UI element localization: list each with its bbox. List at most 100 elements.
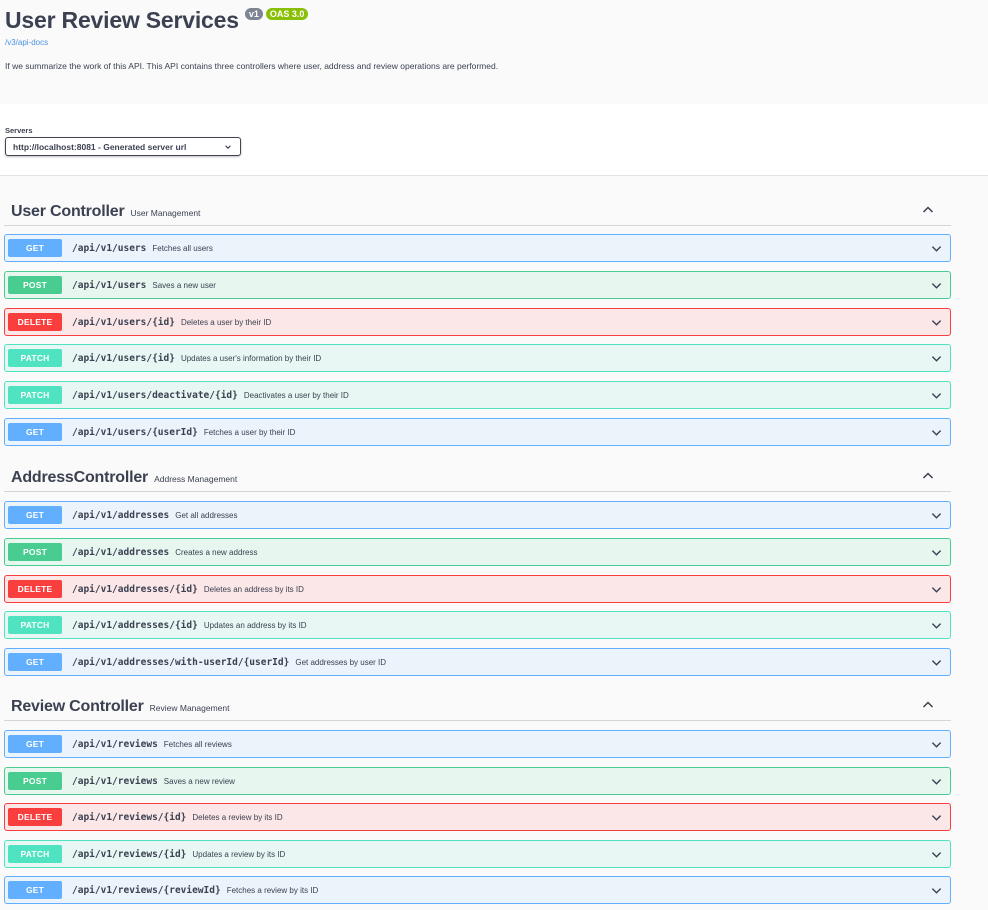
tag-title: AddressController Address Management: [11, 469, 237, 487]
chevron-down-icon[interactable]: [931, 510, 942, 521]
operation-summary: Updates an address by its ID: [203, 620, 307, 630]
operation-path: /api/v1/reviews/{id}: [72, 811, 187, 823]
chevron-down-icon[interactable]: [931, 317, 942, 328]
chevron-down-icon[interactable]: [931, 849, 942, 860]
tag-description: Review Management: [149, 703, 230, 713]
chevron-down-icon: [225, 144, 231, 149]
operation-post[interactable]: POST/api/v1/addresses Creates a new addre…: [4, 538, 951, 566]
chevron-down-icon[interactable]: [931, 584, 942, 595]
operation-path: /api/v1/reviews/{reviewId}: [72, 884, 221, 896]
tag-name: User Controller: [11, 203, 125, 220]
api-info: User Review Services v1 OAS 3.0 /v3/api-…: [0, 0, 988, 104]
operation-path: /api/v1/users/deactivate/{id}: [72, 389, 238, 401]
operation-summary: Creates a new address: [175, 547, 258, 557]
operation-summary: Updates a user's information by their ID: [180, 353, 322, 363]
operation-summary: Get addresses by user ID: [295, 657, 387, 667]
tag-name: AddressController: [11, 469, 149, 486]
api-description: If we summarize the work of this API. Th…: [5, 61, 499, 71]
operation-patch[interactable]: PATCH/api/v1/addresses/{id} Updates an ad…: [4, 611, 951, 639]
chevron-down-icon[interactable]: [931, 657, 942, 668]
chevron-down-icon[interactable]: [931, 547, 942, 558]
operation-path: /api/v1/users: [72, 279, 147, 291]
tag-description: Address Management: [154, 474, 238, 484]
title-row: User Review Services v1 OAS 3.0: [5, 6, 309, 34]
operation-post[interactable]: POST/api/v1/users Saves a new user: [4, 271, 951, 299]
method-badge: PATCH: [8, 616, 62, 634]
operation-summary: Updates a review by its ID: [192, 849, 286, 859]
version-badge: v1: [244, 8, 263, 20]
method-badge: GET: [8, 423, 62, 441]
tag-section-header[interactable]: User Controller User Management: [4, 194, 951, 226]
operation-path: /api/v1/reviews: [72, 738, 158, 750]
chevron-down-icon[interactable]: [931, 620, 942, 631]
servers-selected-value: http://localhost:8081 - Generated server…: [13, 141, 187, 152]
method-badge: POST: [8, 276, 62, 294]
operation-get[interactable]: GET/api/v1/users/{userId} Fetches a user …: [4, 418, 951, 446]
tag-name: Review Controller: [11, 698, 144, 715]
operation-post[interactable]: POST/api/v1/reviews Saves a new review: [4, 767, 951, 795]
operation-summary: Deactivates a user by their ID: [243, 390, 349, 400]
page-title: User Review Services: [5, 7, 239, 33]
method-badge: GET: [8, 653, 62, 671]
operation-get[interactable]: GET/api/v1/addresses/with-userId/{userId…: [4, 648, 951, 676]
operation-patch[interactable]: PATCH/api/v1/users/{id} Updates a user's …: [4, 344, 951, 372]
method-badge: GET: [8, 735, 62, 753]
method-badge: DELETE: [8, 808, 62, 826]
chevron-down-icon[interactable]: [931, 243, 942, 254]
operation-delete[interactable]: DELETE/api/v1/users/{id} Deletes a user b…: [4, 308, 951, 336]
operation-patch[interactable]: PATCH/api/v1/reviews/{id} Updates a revie…: [4, 840, 951, 868]
servers-select[interactable]: http://localhost:8081 - Generated server…: [5, 137, 241, 156]
chevron-down-icon[interactable]: [931, 885, 942, 896]
chevron-up-icon[interactable]: [922, 470, 934, 482]
oas-badge: OAS 3.0: [265, 8, 309, 20]
chevron-down-icon[interactable]: [931, 812, 942, 823]
operation-get[interactable]: GET/api/v1/addresses Get all addresses: [4, 501, 951, 529]
operation-summary: Deletes an address by its ID: [203, 584, 304, 594]
method-badge: DELETE: [8, 313, 62, 331]
operation-summary: Get all addresses: [175, 510, 238, 520]
chevron-down-icon[interactable]: [931, 739, 942, 750]
method-badge: GET: [8, 239, 62, 257]
chevron-up-icon[interactable]: [922, 699, 934, 711]
chevron-down-icon[interactable]: [931, 427, 942, 438]
method-badge: POST: [8, 543, 62, 561]
method-badge: PATCH: [8, 386, 62, 404]
operation-path: /api/v1/reviews: [72, 775, 158, 787]
chevron-down-icon[interactable]: [931, 280, 942, 291]
operation-summary: Fetches a user by their ID: [203, 427, 296, 437]
operation-summary: Fetches all reviews: [163, 739, 232, 749]
api-docs-link[interactable]: /v3/api-docs: [5, 38, 48, 47]
operation-delete[interactable]: DELETE/api/v1/addresses/{id} Deletes an a…: [4, 575, 951, 603]
operation-get[interactable]: GET/api/v1/reviews/{reviewId} Fetches a r…: [4, 876, 951, 904]
tag-section-header[interactable]: AddressController Address Management: [4, 460, 951, 492]
chevron-down-icon[interactable]: [931, 776, 942, 787]
operation-path: /api/v1/addresses: [72, 546, 170, 558]
operation-path: /api/v1/users/{id}: [72, 316, 175, 328]
chevron-down-icon[interactable]: [931, 353, 942, 364]
operation-path: /api/v1/reviews/{id}: [72, 848, 187, 860]
operation-get[interactable]: GET/api/v1/reviews Fetches all reviews: [4, 730, 951, 758]
operation-path: /api/v1/users/{id}: [72, 352, 175, 364]
chevron-down-icon[interactable]: [931, 390, 942, 401]
operation-get[interactable]: GET/api/v1/users Fetches all users: [4, 234, 951, 262]
operation-summary: Fetches a review by its ID: [226, 885, 319, 895]
servers-section: Servers http://localhost:8081 - Generate…: [5, 126, 241, 156]
operation-summary: Deletes a user by their ID: [180, 317, 272, 327]
operation-summary: Fetches all users: [152, 243, 213, 253]
operation-summary: Saves a new review: [163, 776, 235, 786]
operation-path: /api/v1/addresses: [72, 509, 170, 521]
method-badge: PATCH: [8, 349, 62, 367]
operation-path: /api/v1/users/{userId}: [72, 426, 198, 438]
chevron-up-icon[interactable]: [922, 204, 934, 216]
operation-summary: Deletes a review by its ID: [192, 812, 283, 822]
tag-section-header[interactable]: Review Controller Review Management: [4, 689, 951, 721]
method-badge: POST: [8, 772, 62, 790]
operation-path: /api/v1/addresses/with-userId/{userId}: [72, 656, 290, 668]
tag-title: User Controller User Management: [11, 203, 200, 221]
servers-label: Servers: [5, 126, 33, 135]
operation-delete[interactable]: DELETE/api/v1/reviews/{id} Deletes a revi…: [4, 803, 951, 831]
operation-patch[interactable]: PATCH/api/v1/users/deactivate/{id} Deacti…: [4, 381, 951, 409]
tag-description: User Management: [130, 208, 201, 218]
tag-title: Review Controller Review Management: [11, 698, 230, 716]
method-badge: GET: [8, 881, 62, 899]
